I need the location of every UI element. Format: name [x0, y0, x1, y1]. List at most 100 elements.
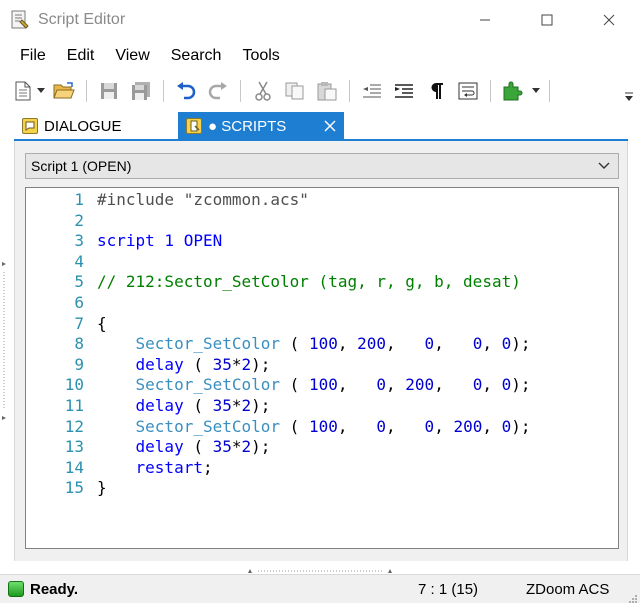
code-token: ( — [280, 334, 309, 354]
code-token: 200 — [405, 375, 435, 395]
undo-icon[interactable] — [175, 80, 197, 102]
pilcrow-icon[interactable] — [425, 80, 447, 102]
menu-view[interactable]: View — [105, 47, 159, 65]
code-line[interactable]: 12 Sector_SetColor ( 100, 0, 0, 200, 0); — [26, 417, 531, 437]
code-line[interactable]: 9 delay ( 35*2); — [26, 355, 270, 375]
code-line[interactable]: 2 — [26, 211, 97, 231]
code-line[interactable]: 13 delay ( 35*2); — [26, 437, 271, 457]
status-text: Ready. — [30, 580, 79, 598]
line-number: 2 — [74, 210, 84, 230]
toolbar-separator — [490, 80, 491, 102]
maximize-button[interactable] — [516, 0, 578, 40]
minimize-button[interactable] — [454, 0, 516, 40]
new-file-icon[interactable] — [12, 80, 34, 102]
word-wrap-icon[interactable] — [457, 80, 479, 102]
code-token: } — [97, 478, 107, 498]
save-icon[interactable] — [98, 80, 120, 102]
tab-scripts[interactable]: ● SCRIPTS — [178, 112, 344, 140]
horizontal-splitter-handle[interactable] — [246, 562, 394, 573]
code-token: ( — [280, 375, 309, 395]
code-token: ); — [251, 437, 271, 457]
code-token: restart — [135, 457, 203, 477]
line-number: 12 — [64, 416, 84, 436]
code-line[interactable]: 5 // 212:Sector_SetColor (tag, r, g, b, d… — [26, 272, 521, 292]
code-text: // 212:Sector_SetColor (tag, r, g, b, de… — [84, 272, 521, 292]
copy-icon[interactable] — [284, 80, 306, 102]
code-line[interactable]: 11 delay ( 35*2); — [26, 396, 271, 416]
code-token: 0 — [472, 375, 483, 395]
window-title: Script Editor — [38, 11, 126, 28]
resize-grip-icon[interactable] — [628, 591, 638, 603]
tab-label: ● SCRIPTS — [208, 117, 287, 135]
code-editor[interactable]: 1 #include "zcommon.acs" 2 3 script 1 OPEN 4 5… — [25, 187, 619, 549]
menu-edit[interactable]: Edit — [57, 47, 105, 65]
dropdown-arrow-icon[interactable] — [36, 80, 46, 102]
code-line[interactable]: 3 script 1 OPEN — [26, 231, 222, 251]
code-token: , — [482, 334, 502, 354]
menu-file[interactable]: File — [0, 47, 56, 65]
plugin-icon[interactable] — [502, 80, 524, 102]
code-line[interactable]: 8 Sector_SetColor ( 100, 200, 0, 0, 0); — [26, 334, 531, 354]
code-line[interactable]: 1 #include "zcommon.acs" — [26, 190, 309, 210]
code-token: delay — [135, 354, 184, 374]
code-line[interactable]: 15} — [26, 478, 107, 498]
code-token: ; — [202, 457, 213, 477]
code-token: { — [97, 313, 107, 333]
code-token: * — [231, 437, 242, 457]
line-number: 10 — [64, 375, 84, 395]
close-tab-icon[interactable] — [324, 116, 336, 137]
line-number: 7 — [74, 313, 84, 333]
line-number: 11 — [64, 396, 84, 415]
dialogue-tab-icon — [22, 118, 38, 134]
code-token: , — [386, 375, 406, 395]
code-token: 0 — [376, 416, 387, 436]
code-line[interactable]: 14 restart; — [26, 458, 213, 478]
tab-dialogue[interactable]: DIALOGUE — [14, 112, 178, 140]
code-token: ); — [511, 375, 531, 395]
code-token: 100 — [308, 375, 338, 395]
code-text: Sector_SetColor ( 100, 0, 0, 200, 0); — [84, 417, 531, 437]
close-window-button[interactable] — [578, 0, 640, 40]
code-line[interactable]: 7{ — [26, 313, 107, 334]
code-token: 0 — [424, 416, 435, 436]
code-line[interactable]: 10 Sector_SetColor ( 100, 0, 200, 0, 0); — [26, 375, 531, 395]
outdent-icon[interactable] — [361, 80, 383, 102]
plugin-dropdown-arrow-icon[interactable] — [531, 80, 541, 102]
menu-search[interactable]: Search — [161, 47, 232, 65]
paste-icon[interactable] — [316, 80, 338, 102]
vertical-splitter-handle[interactable] — [0, 260, 8, 422]
code-token: 2 — [241, 437, 252, 457]
code-token: 0 — [501, 375, 512, 395]
code-token: , — [337, 334, 358, 354]
code-text: restart; — [84, 458, 213, 478]
code-line[interactable]: 6 — [26, 293, 97, 313]
code-text: Sector_SetColor ( 100, 0, 200, 0, 0); — [84, 375, 531, 395]
line-number: 8 — [74, 334, 84, 354]
menu-tools[interactable]: Tools — [232, 47, 289, 65]
code-token: 200 — [453, 416, 483, 436]
code-token: , — [337, 416, 377, 436]
code-token: 35 — [212, 354, 232, 374]
code-token: delay — [135, 396, 184, 415]
indent-icon[interactable] — [393, 80, 415, 102]
cut-icon[interactable] — [252, 80, 274, 102]
code-token: 200 — [357, 334, 387, 354]
open-folder-icon[interactable] — [53, 80, 75, 102]
redo-icon[interactable] — [207, 80, 229, 102]
code-text: } — [84, 478, 107, 498]
code-token: Sector_SetColor — [135, 416, 281, 436]
script-editor-app-icon — [10, 10, 30, 30]
minimize-icon — [480, 19, 490, 21]
maximize-icon — [541, 14, 553, 26]
script-select[interactable]: Script 1 (OPEN) — [25, 153, 619, 179]
document-tabs: DIALOGUE ● SCRIPTS — [14, 112, 344, 140]
code-line[interactable]: 4 — [26, 252, 97, 272]
code-token: ); — [511, 334, 531, 354]
save-all-icon[interactable] — [130, 80, 152, 102]
code-token: Sector_SetColor — [135, 375, 281, 395]
code-token: , — [434, 334, 473, 354]
line-number: 15 — [64, 478, 84, 498]
toolbar-overflow-icon[interactable] — [624, 92, 634, 102]
